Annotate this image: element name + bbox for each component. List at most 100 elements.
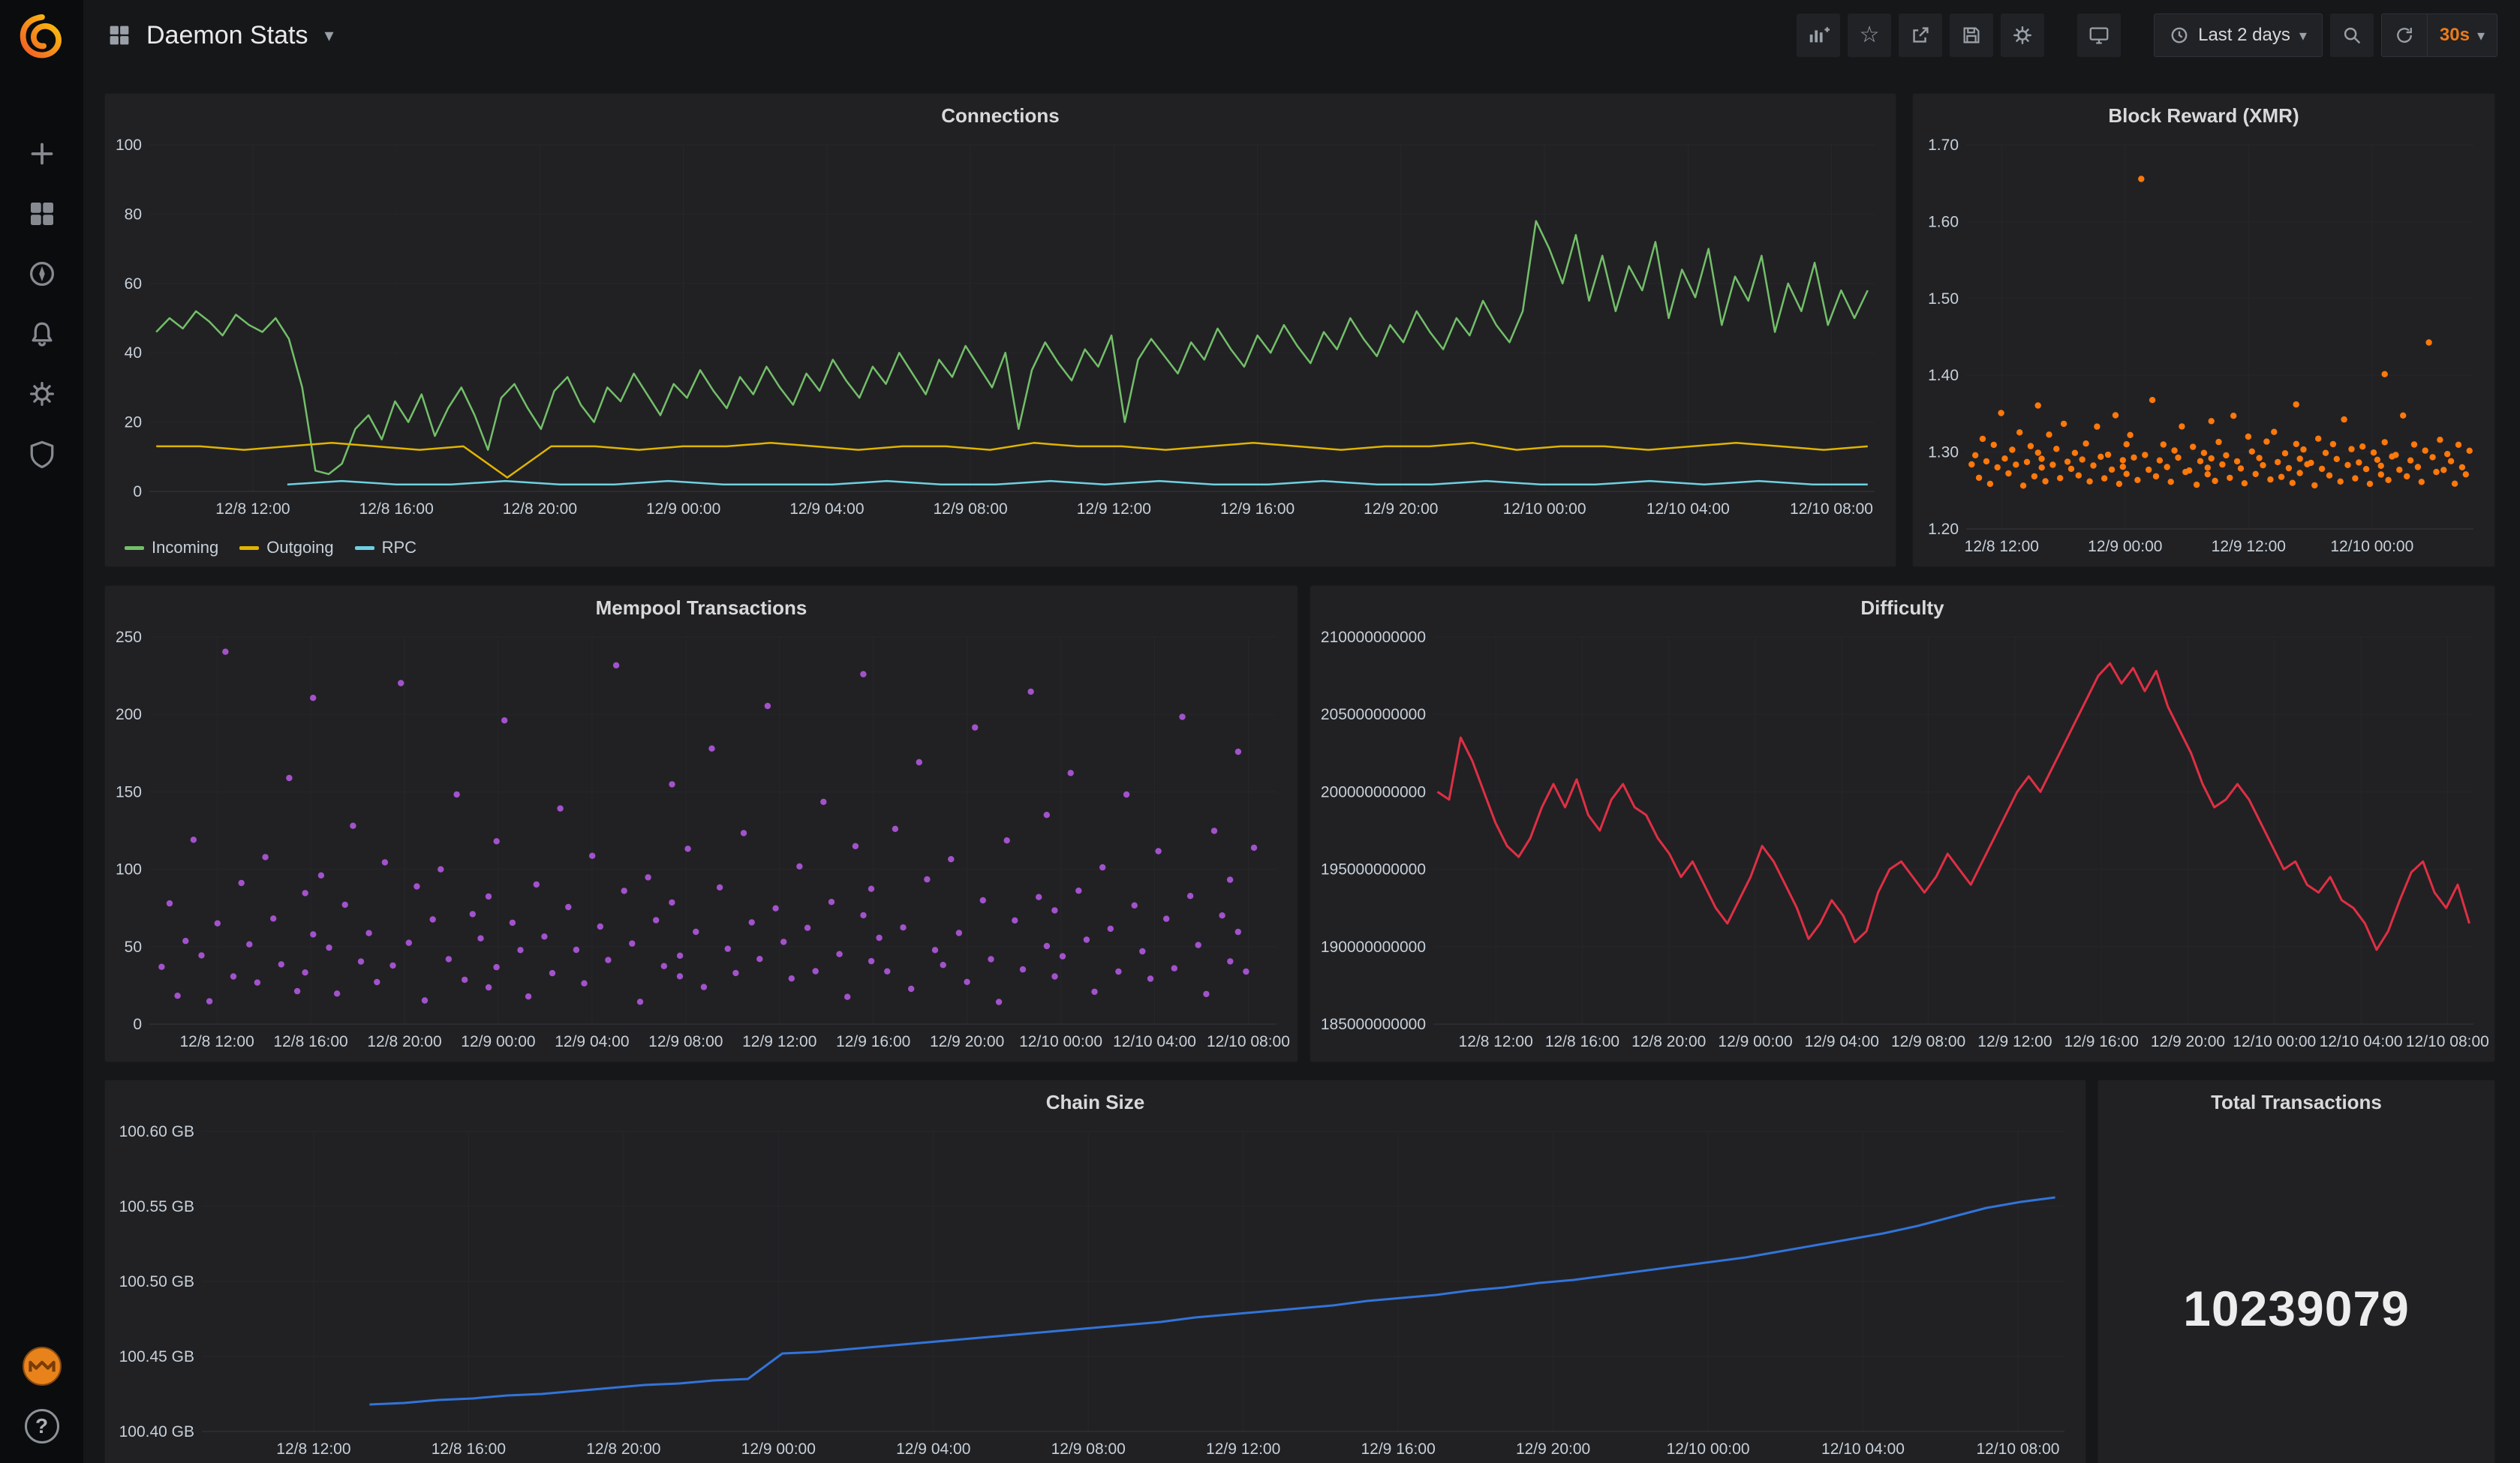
help-icon[interactable]: ? <box>25 1409 59 1443</box>
title-caret-icon[interactable]: ▾ <box>324 25 333 47</box>
difficulty-chart[interactable]: 1850000000001900000000001950000000002000… <box>1316 626 2488 1056</box>
save-button[interactable] <box>1950 14 1993 57</box>
sidebar-nav <box>26 138 58 470</box>
svg-text:210000000000: 210000000000 <box>1321 629 1426 646</box>
help-label: ? <box>35 1414 48 1438</box>
panel-total-transactions: Total Transactions 10239079 <box>2097 1080 2495 1463</box>
panel-title-difficulty[interactable]: Difficulty <box>1310 586 2494 623</box>
legend-label: Incoming <box>152 538 218 557</box>
svg-text:12/9 08:00: 12/9 08:00 <box>648 1033 723 1050</box>
svg-text:12/9 20:00: 12/9 20:00 <box>1516 1440 1590 1458</box>
svg-text:12/10 00:00: 12/10 00:00 <box>1019 1033 1102 1050</box>
panel-connections: Connections 02040608010012/8 12:0012/8 1… <box>104 93 1896 567</box>
refresh-interval-dropdown[interactable]: 30s ▾ <box>2427 14 2497 56</box>
explore-compass-icon[interactable] <box>26 258 58 290</box>
svg-text:12/10 00:00: 12/10 00:00 <box>2330 538 2413 555</box>
grafana-logo-icon[interactable] <box>17 11 67 60</box>
block-reward-chart[interactable]: 1.201.301.401.501.601.7012/8 12:0012/9 0… <box>1919 134 2488 560</box>
svg-text:1.50: 1.50 <box>1928 290 1959 308</box>
svg-text:12/8 20:00: 12/8 20:00 <box>367 1033 441 1050</box>
svg-text:0: 0 <box>133 1016 142 1033</box>
dashboard-picker-icon[interactable] <box>106 22 133 49</box>
configuration-gear-icon[interactable] <box>26 378 58 410</box>
svg-text:150: 150 <box>116 783 142 801</box>
svg-text:60: 60 <box>125 275 142 293</box>
svg-text:12/8 12:00: 12/8 12:00 <box>179 1033 254 1050</box>
svg-text:12/8 16:00: 12/8 16:00 <box>359 500 434 518</box>
svg-text:12/10 04:00: 12/10 04:00 <box>1646 500 1730 518</box>
svg-text:12/9 00:00: 12/9 00:00 <box>1718 1033 1792 1050</box>
legend-item-rpc[interactable]: RPC <box>355 538 416 557</box>
refresh-button[interactable] <box>2382 14 2427 56</box>
dashboard-grid: Connections 0 20 40 60 80 100 12/8 12:00 12/8 1… <box>83 71 2520 1463</box>
svg-text:1.40: 1.40 <box>1928 367 1959 384</box>
star-button[interactable]: ☆ <box>1848 14 1891 57</box>
panel-title-connections[interactable]: Connections <box>105 94 1896 131</box>
refresh-icon <box>2394 25 2415 46</box>
svg-text:100: 100 <box>116 861 142 879</box>
svg-text:12/8 12:00: 12/8 12:00 <box>215 500 290 518</box>
panel-title-total-transactions[interactable]: Total Transactions <box>2098 1080 2494 1117</box>
svg-text:190000000000: 190000000000 <box>1321 939 1426 956</box>
refresh-interval-label: 30s <box>2440 25 2470 46</box>
svg-text:1.30: 1.30 <box>1928 444 1959 461</box>
svg-text:20: 20 <box>125 414 142 431</box>
alerting-bell-icon[interactable] <box>26 318 58 350</box>
user-avatar[interactable] <box>22 1346 62 1386</box>
panel-title-mempool[interactable]: Mempool Transactions <box>105 586 1298 623</box>
svg-text:12/9 12:00: 12/9 12:00 <box>1206 1440 1280 1458</box>
time-range-picker[interactable]: Last 2 days ▾ <box>2154 14 2323 57</box>
time-range-label: Last 2 days <box>2198 25 2290 46</box>
svg-text:12/9 12:00: 12/9 12:00 <box>742 1033 816 1050</box>
panel-title-chain-size[interactable]: Chain Size <box>105 1080 2085 1117</box>
svg-text:12/9 16:00: 12/9 16:00 <box>836 1033 910 1050</box>
svg-text:195000000000: 195000000000 <box>1321 861 1426 879</box>
dashboard-settings-button[interactable] <box>2001 14 2044 57</box>
svg-text:50: 50 <box>125 939 142 956</box>
plus-icon[interactable] <box>26 138 58 170</box>
svg-text:100.40 GB: 100.40 GB <box>119 1423 194 1440</box>
panel-title-block-reward[interactable]: Block Reward (XMR) <box>1913 94 2494 131</box>
svg-text:80: 80 <box>125 206 142 223</box>
svg-text:12/8 12:00: 12/8 12:00 <box>1965 538 2039 555</box>
add-panel-button[interactable] <box>1797 14 1840 57</box>
svg-text:12/9 04:00: 12/9 04:00 <box>789 500 864 518</box>
svg-text:12/8 12:00: 12/8 12:00 <box>276 1440 350 1458</box>
share-button[interactable] <box>1899 14 1942 57</box>
chain-size-chart[interactable]: 100.40 GB100.45 GB100.50 GB100.55 GB100.… <box>111 1121 2079 1463</box>
zoom-out-button[interactable] <box>2330 14 2374 57</box>
panel-block-reward: Block Reward (XMR) 1.201.301.401.501.601… <box>1912 93 2495 567</box>
total-transactions-value: 10239079 <box>2183 1280 2410 1337</box>
star-icon: ☆ <box>1860 24 1880 47</box>
svg-text:185000000000: 185000000000 <box>1321 1016 1426 1033</box>
sidebar-bottom: ? <box>22 1346 62 1443</box>
legend-item-incoming[interactable]: Incoming <box>125 538 218 557</box>
refresh-caret-icon: ▾ <box>2477 26 2485 45</box>
mempool-chart[interactable]: 05010015020025012/8 12:0012/8 16:0012/8 … <box>111 626 1292 1056</box>
admin-shield-icon[interactable] <box>26 438 58 470</box>
legend-item-outgoing[interactable]: Outgoing <box>239 538 333 557</box>
dashboards-grid-icon[interactable] <box>26 198 58 230</box>
svg-text:100.45 GB: 100.45 GB <box>119 1348 194 1365</box>
svg-text:100.60 GB: 100.60 GB <box>119 1123 194 1140</box>
svg-text:12/9 20:00: 12/9 20:00 <box>1364 500 1438 518</box>
svg-text:1.20: 1.20 <box>1928 521 1959 538</box>
svg-text:12/9 08:00: 12/9 08:00 <box>1051 1440 1126 1458</box>
connections-chart[interactable]: 02040608010012/8 12:0012/8 16:0012/8 20:… <box>111 134 1890 523</box>
dashboard-title[interactable]: Daemon Stats <box>146 21 308 50</box>
svg-text:0: 0 <box>133 483 142 500</box>
legend-swatch <box>239 546 259 550</box>
tv-mode-button[interactable] <box>2077 14 2121 57</box>
svg-text:12/8 16:00: 12/8 16:00 <box>432 1440 506 1458</box>
svg-text:12/10 04:00: 12/10 04:00 <box>1821 1440 1905 1458</box>
svg-text:40: 40 <box>125 344 142 362</box>
time-range-caret-icon: ▾ <box>2299 26 2307 45</box>
svg-text:12/9 08:00: 12/9 08:00 <box>933 500 1007 518</box>
search-icon <box>2341 24 2363 47</box>
refresh-control: 30s ▾ <box>2381 14 2497 57</box>
legend-label: RPC <box>382 538 416 557</box>
svg-text:12/9 12:00: 12/9 12:00 <box>1977 1033 2052 1050</box>
navbar-right: ☆ Last 2 days ▾ <box>1797 14 2497 57</box>
svg-text:12/10 08:00: 12/10 08:00 <box>1790 500 1873 518</box>
legend-label: Outgoing <box>266 538 333 557</box>
